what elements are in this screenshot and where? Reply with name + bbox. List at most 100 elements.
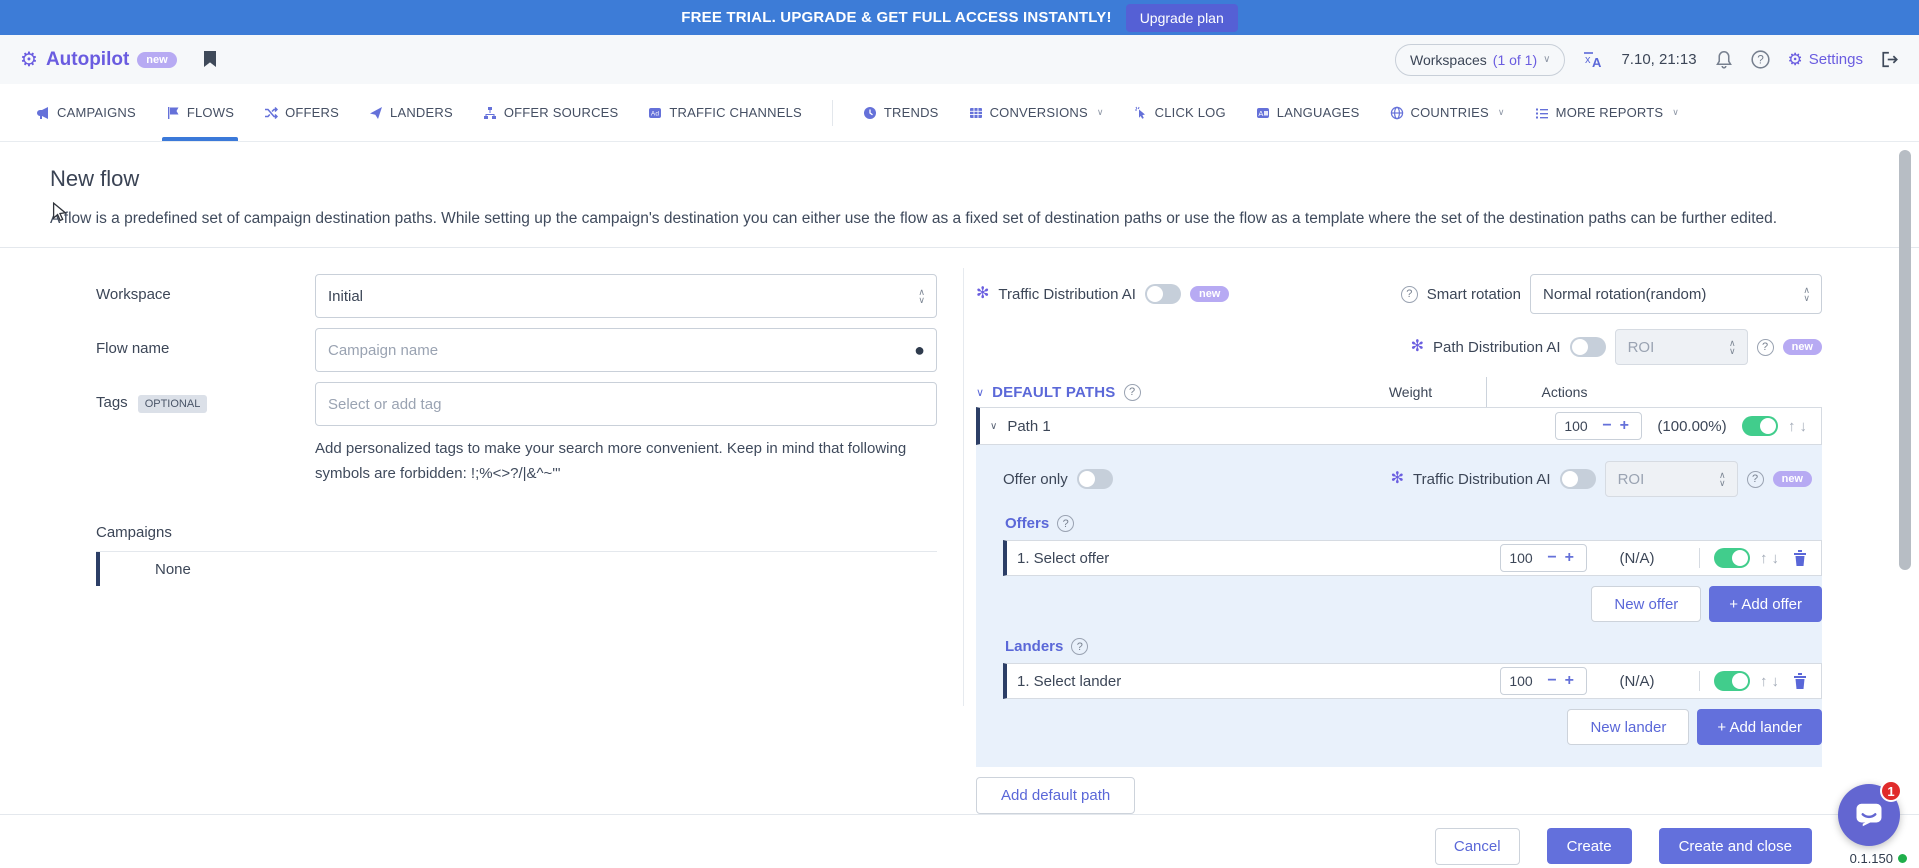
actions-column-header: Actions xyxy=(1487,384,1642,400)
nav-tab-trends[interactable]: TRENDS xyxy=(863,84,939,141)
lander-controls: − + (N/A) ↑ ↓ xyxy=(1500,667,1807,695)
tags-input[interactable] xyxy=(315,382,937,426)
offer-buttons: New offer + Add offer xyxy=(1003,586,1822,622)
color-dot-icon[interactable]: ● xyxy=(914,341,925,359)
move-up-icon[interactable]: ↑ xyxy=(1760,673,1768,690)
workspace-select[interactable]: Initial xyxy=(315,274,937,318)
nav-tab-traffic-channels[interactable]: Ad TRAFFIC CHANNELS xyxy=(648,84,802,141)
nav-tab-offers[interactable]: OFFERS xyxy=(264,84,339,141)
smart-rotation-help-icon[interactable]: ? xyxy=(1401,286,1418,303)
offer-only-row: Offer only ✻ Traffic Distribution AI ROI… xyxy=(976,453,1822,505)
workspaces-selector[interactable]: Workspaces (1 of 1) ∨ xyxy=(1395,44,1565,76)
add-default-path-button[interactable]: Add default path xyxy=(976,777,1135,814)
upgrade-plan-button[interactable]: Upgrade plan xyxy=(1126,4,1238,32)
nav-tab-more-reports[interactable]: MORE REPORTS ∨ xyxy=(1535,84,1679,141)
nav-tab-landers[interactable]: LANDERS xyxy=(369,84,453,141)
nav-tab-conversions[interactable]: CONVERSIONS ∨ xyxy=(969,84,1104,141)
nav-label: LANGUAGES xyxy=(1277,105,1360,120)
translate-icon[interactable]: x A xyxy=(1583,51,1603,69)
lander-enabled-toggle[interactable] xyxy=(1714,671,1750,691)
flow-name-input[interactable] xyxy=(315,328,937,372)
plus-icon[interactable]: + xyxy=(1616,418,1633,434)
offer-weight-input[interactable] xyxy=(1509,550,1543,566)
path-traffic-ai-help-icon[interactable]: ? xyxy=(1747,471,1764,488)
path-ai-row: ✻ Path Distribution AI ROI ∧∨ ? new xyxy=(976,329,1822,365)
landers-help-icon[interactable]: ? xyxy=(1071,638,1088,655)
bookmark-icon[interactable] xyxy=(203,51,217,68)
brand-group[interactable]: ⚙ Autopilot new xyxy=(20,49,177,71)
nav-label: CLICK LOG xyxy=(1155,105,1226,120)
offers-title: Offers xyxy=(1005,515,1049,532)
svg-text:?: ? xyxy=(1757,53,1764,67)
move-down-icon[interactable]: ↓ xyxy=(1800,418,1808,435)
path-reorder: ↑ ↓ xyxy=(1788,418,1807,435)
nav-tab-countries[interactable]: COUNTRIES ∨ xyxy=(1390,84,1505,141)
path-ai-toggle[interactable] xyxy=(1570,337,1606,357)
delete-offer-icon[interactable] xyxy=(1793,550,1807,566)
nav-tab-flows[interactable]: FLOWS xyxy=(166,84,234,141)
create-and-close-button[interactable]: Create and close xyxy=(1659,828,1812,864)
new-lander-button[interactable]: New lander xyxy=(1567,709,1689,745)
nav-label: CONVERSIONS xyxy=(990,105,1088,120)
path-ai-help-icon[interactable]: ? xyxy=(1757,339,1774,356)
default-paths-header[interactable]: ∨ DEFAULT PATHS ? xyxy=(976,384,1335,401)
svg-text:x: x xyxy=(1585,54,1591,66)
offer-row[interactable]: 1. Select offer − + (N/A) ↑ xyxy=(1003,540,1822,576)
plus-icon[interactable]: + xyxy=(1561,673,1578,689)
offer-enabled-toggle[interactable] xyxy=(1714,548,1750,568)
new-offer-button[interactable]: New offer xyxy=(1591,586,1701,622)
delete-lander-icon[interactable] xyxy=(1793,673,1807,689)
offer-only-label: Offer only xyxy=(1003,471,1068,488)
smart-rotation-select[interactable]: Normal rotation(random) xyxy=(1530,274,1822,314)
optional-badge: OPTIONAL xyxy=(138,395,208,413)
nav-tab-offer-sources[interactable]: OFFER SOURCES xyxy=(483,84,619,141)
add-lander-button[interactable]: + Add lander xyxy=(1697,709,1822,745)
traffic-ai-toggle[interactable] xyxy=(1145,284,1181,304)
minus-icon[interactable]: − xyxy=(1598,418,1615,434)
mouse-cursor xyxy=(52,202,67,227)
notifications-bell-icon[interactable] xyxy=(1715,50,1733,69)
logout-icon[interactable] xyxy=(1881,51,1899,68)
workspaces-count: (1 of 1) xyxy=(1493,52,1537,68)
minus-icon[interactable]: − xyxy=(1543,550,1560,566)
flows-icon xyxy=(166,106,180,120)
path-enabled-toggle[interactable] xyxy=(1742,416,1778,436)
help-icon[interactable]: ? xyxy=(1751,50,1770,69)
chat-widget-button[interactable]: 1 xyxy=(1838,784,1900,846)
default-paths-help-icon[interactable]: ? xyxy=(1124,384,1141,401)
path-traffic-ai-label: Traffic Distribution AI xyxy=(1413,471,1551,488)
chevron-down-icon: ∨ xyxy=(990,421,997,432)
path-traffic-ai-metric-select[interactable]: ROI xyxy=(1605,461,1738,497)
minus-icon[interactable]: − xyxy=(1543,673,1560,689)
traffic-ai-row: ✻ Traffic Distribution AI new ? Smart ro… xyxy=(976,274,1822,314)
scrollbar[interactable] xyxy=(1899,150,1911,570)
path-detail-section: Offer only ✻ Traffic Distribution AI ROI… xyxy=(976,445,1822,767)
nav-tab-campaigns[interactable]: CAMPAIGNS xyxy=(36,84,136,141)
path-ai-metric-select[interactable]: ROI xyxy=(1615,329,1748,365)
offer-only-toggle[interactable] xyxy=(1077,469,1113,489)
move-down-icon[interactable]: ↓ xyxy=(1772,550,1780,567)
plus-icon[interactable]: + xyxy=(1561,550,1578,566)
offer-controls: − + (N/A) ↑ ↓ xyxy=(1500,544,1807,572)
add-default-path-wrap: Add default path xyxy=(976,777,1822,814)
move-down-icon[interactable]: ↓ xyxy=(1772,673,1780,690)
nav-tab-click-log[interactable]: CLICK LOG xyxy=(1134,84,1226,141)
chevron-down-icon: ∨ xyxy=(1498,107,1505,118)
create-button[interactable]: Create xyxy=(1547,828,1632,864)
path-traffic-ai-toggle[interactable] xyxy=(1560,469,1596,489)
settings-button[interactable]: ⚙ Settings xyxy=(1788,51,1863,68)
nav-tab-languages[interactable]: A LANGUAGES xyxy=(1256,84,1360,141)
offers-help-icon[interactable]: ? xyxy=(1057,515,1074,532)
cancel-button[interactable]: Cancel xyxy=(1435,828,1520,865)
path-weight-input[interactable] xyxy=(1564,418,1598,434)
page-description: A flow is a predefined set of campaign d… xyxy=(50,206,1840,231)
main-nav: CAMPAIGNS FLOWS OFFERS LANDERS OFFER SOU… xyxy=(0,84,1919,142)
path-row[interactable]: ∨ Path 1 − + (100.00%) ↑ ↓ xyxy=(976,407,1822,445)
path-traffic-ai-metric-value: ROI xyxy=(1618,471,1645,488)
add-offer-button[interactable]: + Add offer xyxy=(1709,586,1822,622)
lander-row[interactable]: 1. Select lander − + (N/A) xyxy=(1003,663,1822,699)
move-up-icon[interactable]: ↑ xyxy=(1760,550,1768,567)
trial-banner-text: FREE TRIAL. UPGRADE & GET FULL ACCESS IN… xyxy=(681,9,1111,26)
move-up-icon[interactable]: ↑ xyxy=(1788,418,1796,435)
lander-weight-input[interactable] xyxy=(1509,673,1543,689)
